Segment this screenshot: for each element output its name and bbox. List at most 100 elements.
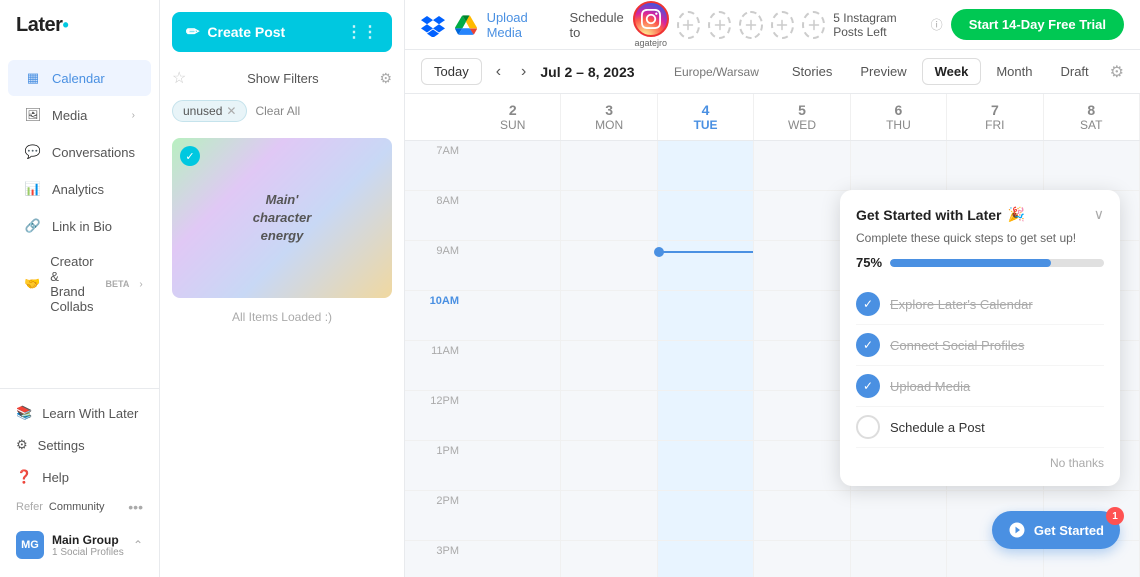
tab-stories[interactable]: Stories xyxy=(779,58,845,85)
add-social-4-icon[interactable] xyxy=(771,11,794,39)
time-column: 7AM 8AM 9AM 10AM 11AM 12PM 1PM 2PM 3PM 4… xyxy=(405,141,465,577)
unused-tag-remove-icon[interactable]: ✕ xyxy=(226,104,236,118)
help-item[interactable]: ❓ Help xyxy=(0,461,159,493)
filter-settings-icon[interactable]: ⚙ xyxy=(379,70,392,87)
cell-wed-15[interactable] xyxy=(754,541,849,577)
upload-section: Upload Media xyxy=(421,10,558,40)
cell-tue-9[interactable] xyxy=(658,241,753,291)
cell-tue-14[interactable] xyxy=(658,491,753,541)
get-started-fab[interactable]: Get Started 1 xyxy=(992,511,1120,549)
cell-mon-11[interactable] xyxy=(561,341,656,391)
cell-sun-9[interactable] xyxy=(465,241,560,291)
tab-month[interactable]: Month xyxy=(983,58,1045,85)
time-1pm: 1PM xyxy=(405,441,465,491)
dropbox-icon[interactable] xyxy=(421,11,446,39)
cell-fri-7[interactable] xyxy=(947,141,1042,191)
next-week-button[interactable]: › xyxy=(515,59,532,85)
dots-menu-icon[interactable]: ••• xyxy=(128,499,143,515)
cell-sat-7[interactable] xyxy=(1044,141,1139,191)
cell-sun-12[interactable] xyxy=(465,391,560,441)
cell-sun-7[interactable] xyxy=(465,141,560,191)
cell-wed-14[interactable] xyxy=(754,491,849,541)
cell-thu-15[interactable] xyxy=(851,541,946,577)
sidebar-item-calendar[interactable]: ▦ Calendar xyxy=(8,60,151,96)
instagram-profile[interactable]: agatejro xyxy=(633,1,669,48)
sidebar-item-linkinbio[interactable]: 🔗 Link in Bio xyxy=(8,208,151,244)
cell-wed-11[interactable] xyxy=(754,341,849,391)
clear-all-button[interactable]: Clear All xyxy=(255,104,300,118)
tab-draft[interactable]: Draft xyxy=(1047,58,1101,85)
prev-week-button[interactable]: ‹ xyxy=(490,59,507,85)
gdrive-icon[interactable] xyxy=(454,11,479,39)
cell-sun-10[interactable] xyxy=(465,291,560,341)
time-8am: 8AM xyxy=(405,191,465,241)
today-button[interactable]: Today xyxy=(421,58,482,85)
checklist-label-0: Explore Later's Calendar xyxy=(890,297,1033,312)
create-post-button[interactable]: ✏ Create Post ⋮⋮ xyxy=(172,12,392,52)
settings-item[interactable]: ⚙ Settings xyxy=(0,429,159,461)
cell-mon-9[interactable] xyxy=(561,241,656,291)
sidebar-item-conversations[interactable]: 💬 Conversations xyxy=(8,134,151,170)
cell-tue-15[interactable] xyxy=(658,541,753,577)
info-icon[interactable]: ⓘ xyxy=(931,16,943,33)
time-9am: 9AM xyxy=(405,241,465,291)
cell-tue-7[interactable] xyxy=(658,141,753,191)
create-post-left: ✏ Create Post xyxy=(186,22,285,42)
cell-mon-7[interactable] xyxy=(561,141,656,191)
add-social-5-icon[interactable] xyxy=(802,11,825,39)
add-social-3-icon[interactable] xyxy=(739,11,762,39)
media-icon: 🖼 xyxy=(24,106,42,124)
cell-sun-14[interactable] xyxy=(465,491,560,541)
add-social-icon[interactable] xyxy=(677,11,700,39)
trial-button[interactable]: Start 14-Day Free Trial xyxy=(951,9,1124,40)
cell-wed-12[interactable] xyxy=(754,391,849,441)
cell-mon-12[interactable] xyxy=(561,391,656,441)
cell-sun-8[interactable] xyxy=(465,191,560,241)
progress-bar-fill xyxy=(890,259,1050,267)
sidebar-item-analytics[interactable]: 📊 Analytics xyxy=(8,171,151,207)
cell-wed-10[interactable] xyxy=(754,291,849,341)
onboarding-close-button[interactable]: ∨ xyxy=(1094,206,1104,223)
week-range-label: Jul 2 – 8, 2023 xyxy=(540,64,634,80)
sidebar-item-media[interactable]: 🖼 Media › xyxy=(8,97,151,133)
no-thanks-button[interactable]: No thanks xyxy=(856,456,1104,470)
cell-wed-8[interactable] xyxy=(754,191,849,241)
cell-thu-7[interactable] xyxy=(851,141,946,191)
cell-wed-9[interactable] xyxy=(754,241,849,291)
tab-preview[interactable]: Preview xyxy=(847,58,919,85)
cell-mon-13[interactable] xyxy=(561,441,656,491)
cell-wed-13[interactable] xyxy=(754,441,849,491)
learn-item[interactable]: 📚 Learn With Later xyxy=(0,397,159,429)
community-link[interactable]: Community xyxy=(49,501,128,513)
cell-mon-10[interactable] xyxy=(561,291,656,341)
cell-mon-14[interactable] xyxy=(561,491,656,541)
add-social-2-icon[interactable] xyxy=(708,11,731,39)
fab-badge: 1 xyxy=(1106,507,1124,525)
cell-thu-14[interactable] xyxy=(851,491,946,541)
star-icon[interactable]: ☆ xyxy=(172,68,186,88)
sidebar-bottom: 📚 Learn With Later ⚙ Settings ❓ Help Ref… xyxy=(0,388,159,577)
checklist-item-3[interactable]: Schedule a Post xyxy=(856,407,1104,448)
media-card[interactable]: Main'characterenergy ✓ xyxy=(172,138,392,298)
tab-week[interactable]: Week xyxy=(922,58,982,85)
calendar-header: Today ‹ › Jul 2 – 8, 2023 Europe/Warsaw … xyxy=(405,50,1140,94)
cell-sun-13[interactable] xyxy=(465,441,560,491)
progress-bar-background xyxy=(890,259,1104,267)
cell-sun-15[interactable] xyxy=(465,541,560,577)
cell-sun-11[interactable] xyxy=(465,341,560,391)
cell-mon-15[interactable] xyxy=(561,541,656,577)
cell-tue-12[interactable] xyxy=(658,391,753,441)
cell-mon-8[interactable] xyxy=(561,191,656,241)
calendar-settings-icon[interactable]: ⚙ xyxy=(1110,62,1124,82)
cell-tue-13[interactable] xyxy=(658,441,753,491)
sidebar-item-creator[interactable]: 🤝 Creator & Brand Collabs BETA › xyxy=(8,245,151,323)
workspace-row[interactable]: MG Main Group 1 Social Profiles ⌃ xyxy=(0,521,159,569)
day-header-tue: 4TUE xyxy=(658,94,754,140)
cell-tue-11[interactable] xyxy=(658,341,753,391)
help-icon: ❓ xyxy=(16,469,32,485)
upload-media-button[interactable]: Upload Media xyxy=(487,10,558,40)
cell-tue-8[interactable] xyxy=(658,191,753,241)
cell-wed-7[interactable] xyxy=(754,141,849,191)
show-filters-button[interactable]: Show Filters xyxy=(186,71,379,86)
cell-tue-10[interactable] xyxy=(658,291,753,341)
